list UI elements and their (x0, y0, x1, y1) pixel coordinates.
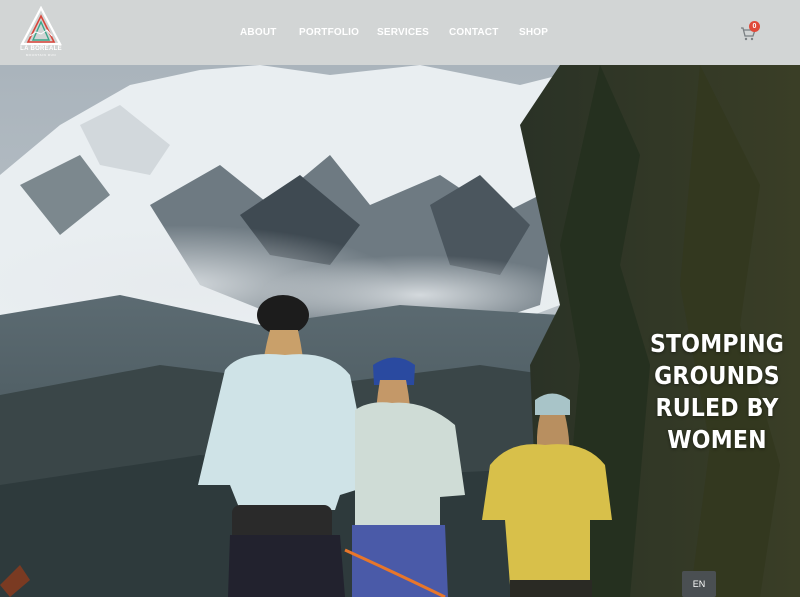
headline-line: RULED BY (655, 393, 779, 422)
hero-banner: STOMPING GROUNDS RULED BY WOMEN EN (0, 65, 800, 597)
nav-item-shop[interactable]: SHOP (519, 27, 548, 38)
cart-count-badge: 0 (749, 21, 760, 32)
nav-item-portfolio[interactable]: PORTFOLIO (299, 27, 359, 38)
site-header: LA BOREALE MOUNTAIN RUN ABOUT PORTFOLIO … (0, 0, 800, 65)
headline-line: STOMPING (649, 329, 785, 358)
nav-item-contact[interactable]: CONTACT (449, 27, 499, 38)
headline-line: GROUNDS (654, 361, 780, 390)
language-switcher[interactable]: EN (682, 571, 716, 597)
hero-headline: STOMPING GROUNDS RULED BY WOMEN (642, 328, 792, 456)
nav-item-about[interactable]: ABOUT (240, 27, 277, 38)
headline-line: WOMEN (667, 425, 767, 454)
main-nav: ABOUT PORTFOLIO SERVICES CONTACT SHOP (0, 0, 800, 65)
nav-item-services[interactable]: SERVICES (377, 27, 429, 38)
